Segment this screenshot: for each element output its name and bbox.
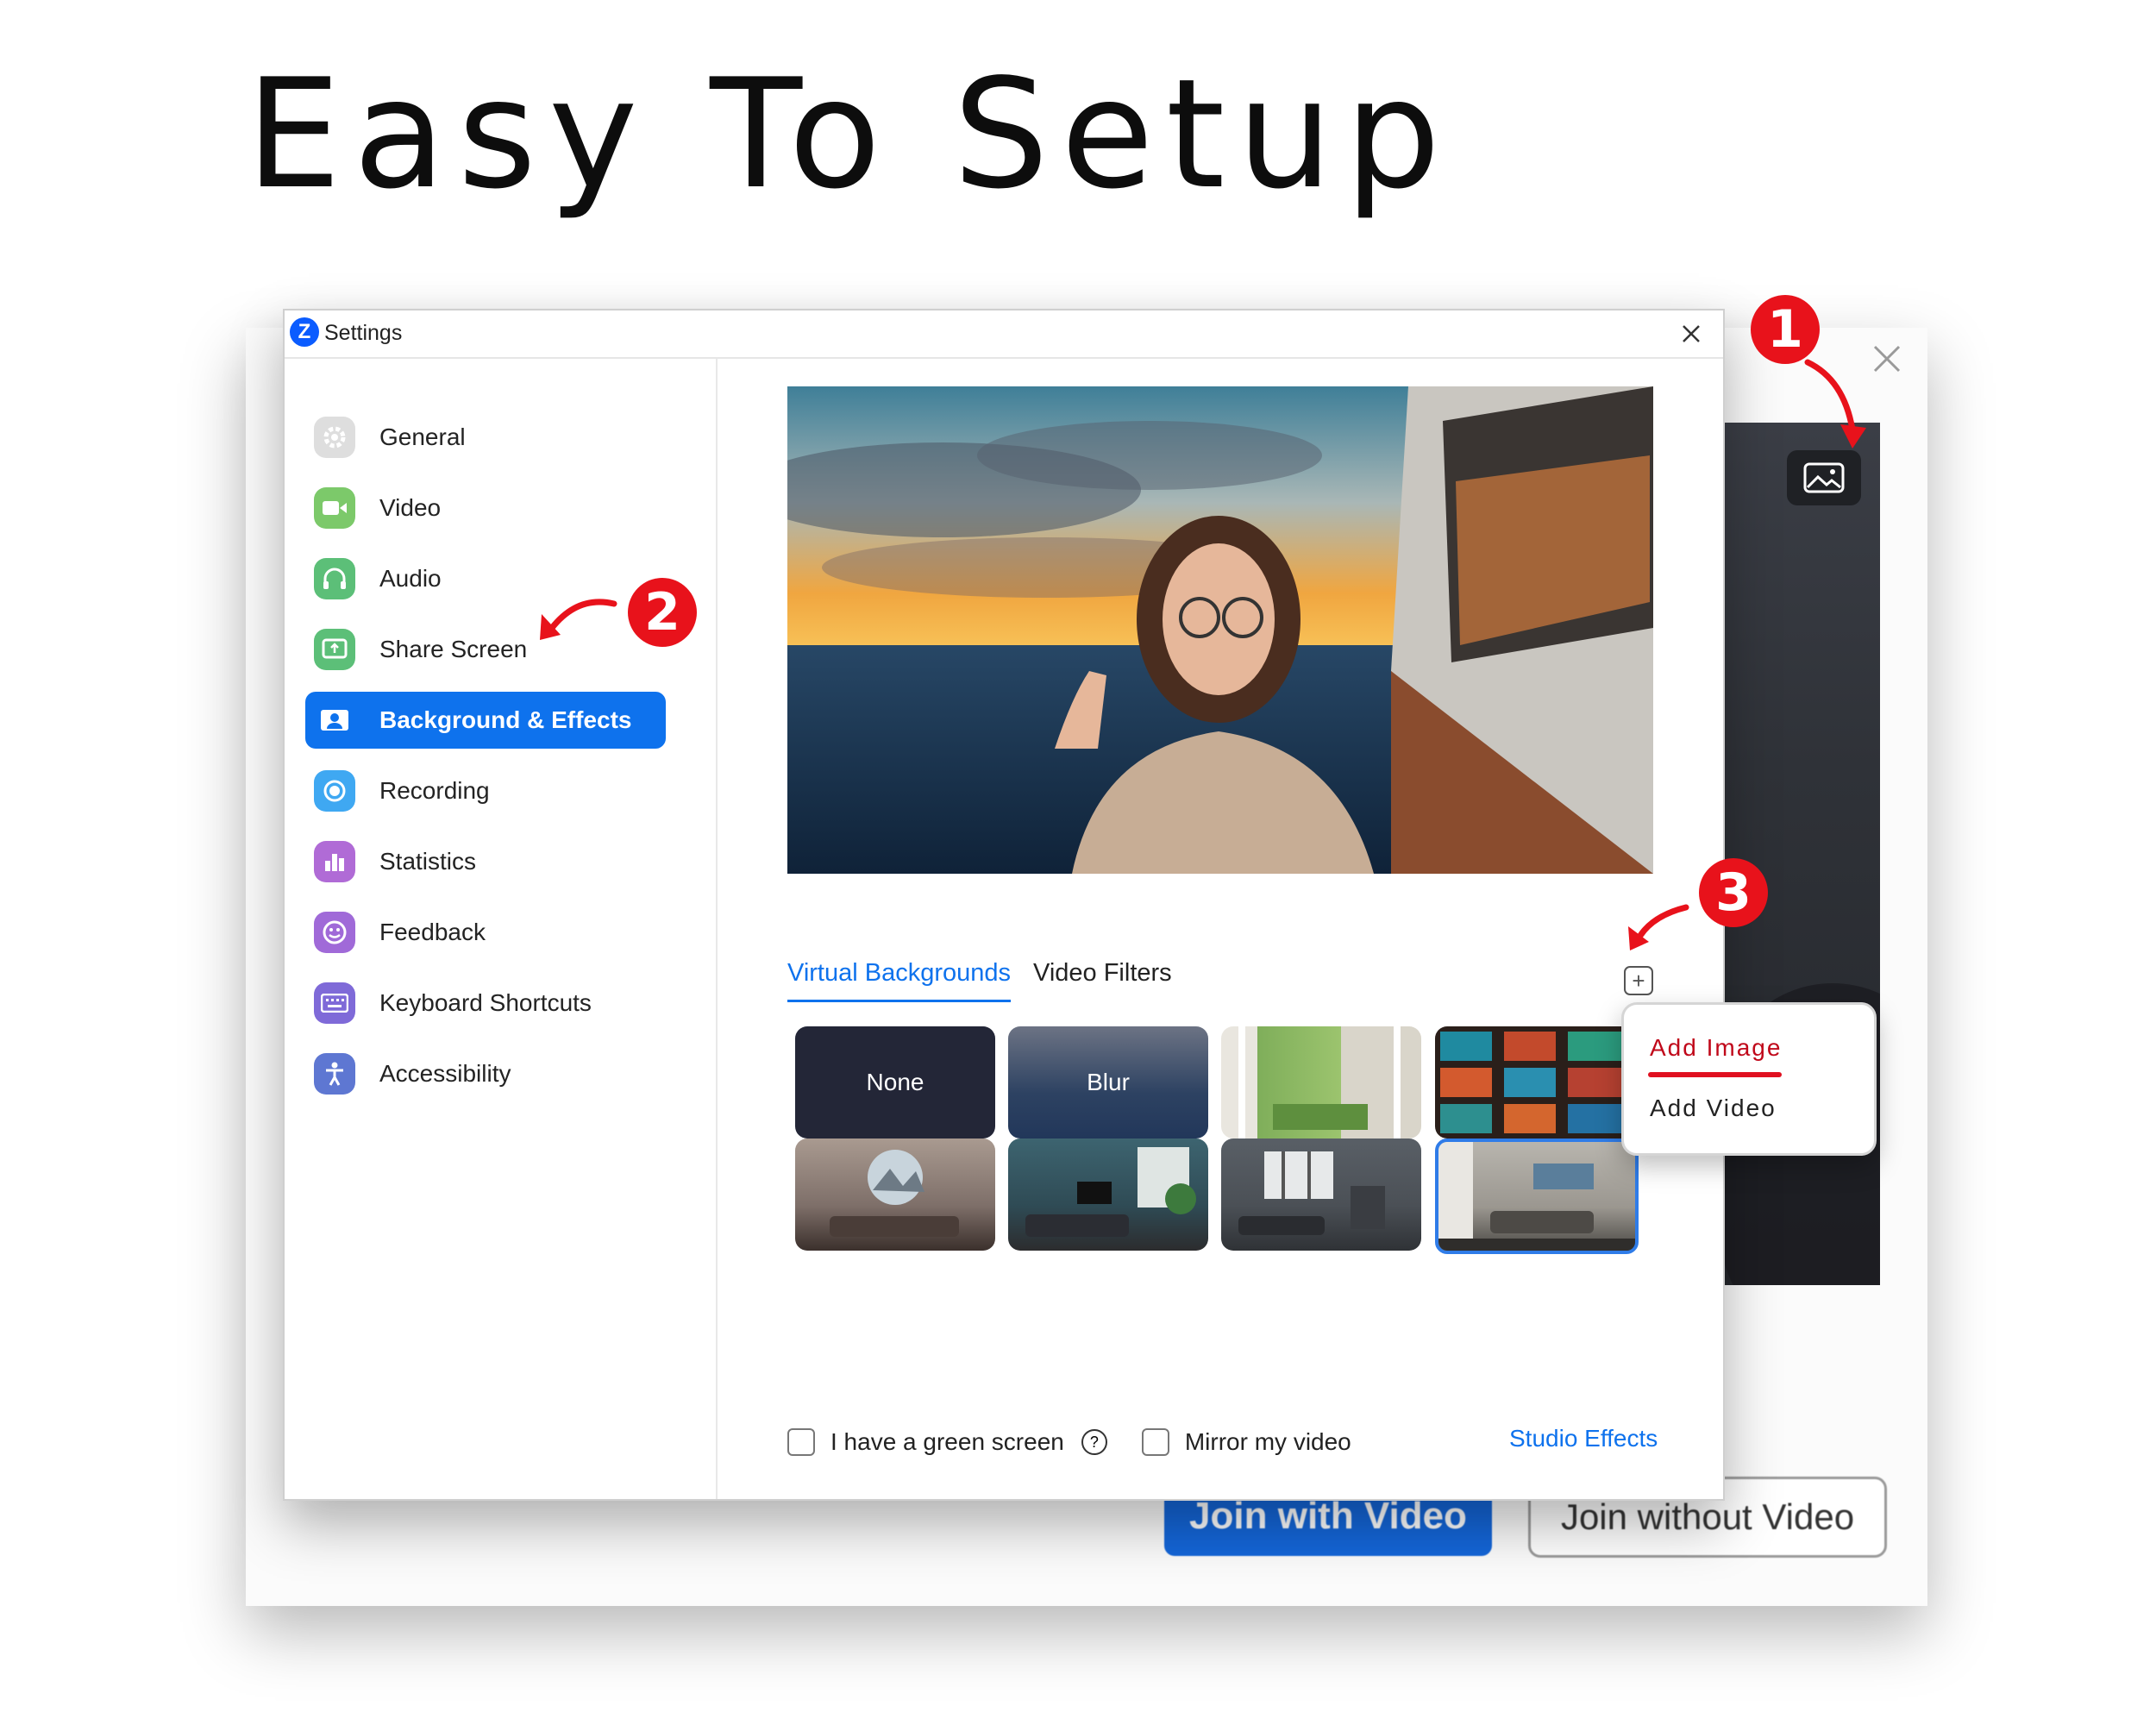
annotation-arrows: [540, 359, 1866, 950]
arrow-2-icon: [548, 599, 617, 631]
arrow-3-icon: [1635, 904, 1689, 942]
arrow-1-icon: [1804, 359, 1856, 433]
